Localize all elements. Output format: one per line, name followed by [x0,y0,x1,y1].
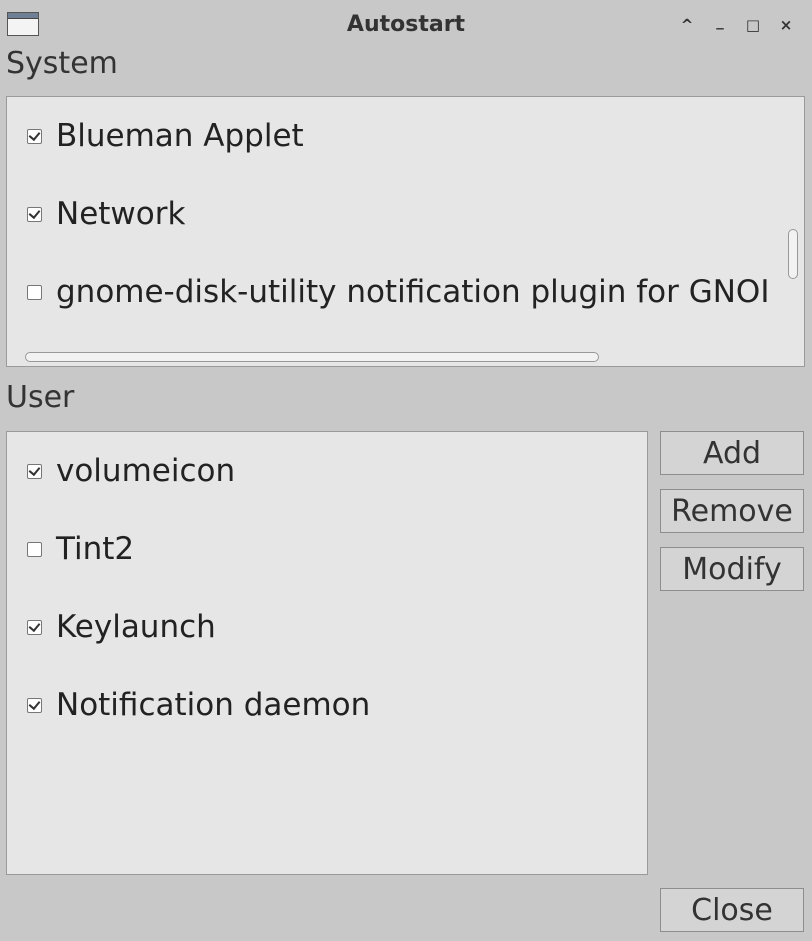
checkbox[interactable] [27,619,42,635]
minimize-button[interactable]: _ [709,10,731,32]
title-bar: Autostart ^ _ □ × [0,0,812,48]
maximize-button[interactable]: □ [742,14,764,36]
add-button[interactable]: Add [660,431,804,475]
user-list[interactable]: volumeicon Tint2 Keylaunch Notification … [6,431,648,875]
checkbox[interactable] [27,697,42,713]
vertical-scrollbar[interactable] [788,229,798,279]
horizontal-scrollbar[interactable] [15,352,784,362]
list-item-label: Notification daemon [56,687,371,723]
list-item-label: Tint2 [56,531,135,567]
list-item-label: gnome-disk-utility notification plugin f… [56,274,770,310]
checkbox[interactable] [27,463,42,479]
list-item-label: Blueman Applet [56,118,304,154]
modify-button[interactable]: Modify [660,547,804,591]
remove-button[interactable]: Remove [660,489,804,533]
list-item[interactable]: Network [27,194,185,234]
checkbox[interactable] [27,128,42,144]
list-item[interactable]: Notification daemon [27,685,370,725]
list-item-label: Network [56,196,186,232]
close-button[interactable]: Close [660,888,804,932]
list-item[interactable]: Blueman Applet [27,116,304,156]
checkbox[interactable] [27,541,42,557]
close-window-button[interactable]: × [775,14,797,36]
system-section-label: System [6,46,118,81]
list-item-label: Keylaunch [56,609,216,645]
user-section-label: User [6,380,75,415]
list-item[interactable]: volumeicon [27,451,235,491]
checkbox[interactable] [27,284,42,300]
list-item[interactable]: Keylaunch [27,607,216,647]
list-item[interactable]: gnome-disk-utility notification plugin f… [27,272,769,312]
checkbox[interactable] [27,206,42,222]
horizontal-scrollbar-thumb[interactable] [25,352,599,362]
shade-button[interactable]: ^ [676,14,698,36]
list-item-label: volumeicon [56,453,236,489]
system-list[interactable]: Blueman Applet Network gnome-disk-utilit… [6,96,805,367]
list-item[interactable]: Tint2 [27,529,134,569]
